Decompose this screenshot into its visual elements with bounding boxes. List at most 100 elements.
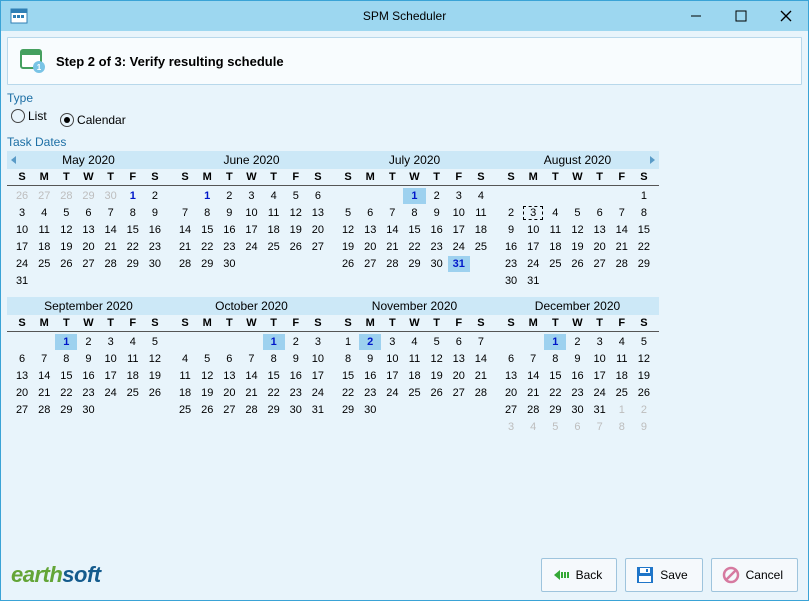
- calendar-day[interactable]: 1: [196, 188, 218, 204]
- calendar-day[interactable]: 4: [470, 188, 492, 204]
- calendar-day[interactable]: 23: [426, 239, 448, 255]
- calendar-day[interactable]: 26: [337, 256, 359, 272]
- calendar-day[interactable]: 22: [337, 385, 359, 401]
- calendar-day[interactable]: 11: [263, 205, 285, 221]
- calendar-day[interactable]: 14: [611, 222, 633, 238]
- calendar-day[interactable]: 7: [33, 351, 55, 367]
- calendar-day[interactable]: 25: [33, 256, 55, 272]
- calendar-day[interactable]: 30: [77, 402, 99, 418]
- calendar-day[interactable]: 27: [307, 239, 329, 255]
- calendar-day[interactable]: 8: [122, 205, 144, 221]
- calendar-day[interactable]: 4: [611, 334, 633, 350]
- calendar-day[interactable]: 29: [55, 402, 77, 418]
- calendar-day[interactable]: 30: [218, 256, 240, 272]
- calendar-day[interactable]: 28: [611, 256, 633, 272]
- calendar-day[interactable]: 20: [218, 385, 240, 401]
- calendar-day[interactable]: 21: [240, 385, 262, 401]
- calendar-day[interactable]: 14: [174, 222, 196, 238]
- calendar-day[interactable]: 11: [470, 205, 492, 221]
- calendar-day[interactable]: 2: [426, 188, 448, 204]
- calendar-day[interactable]: 17: [240, 222, 262, 238]
- maximize-button[interactable]: [718, 1, 763, 31]
- calendar-day[interactable]: 4: [174, 351, 196, 367]
- calendar-day[interactable]: 27: [589, 256, 611, 272]
- calendar-day[interactable]: 15: [196, 222, 218, 238]
- calendar-day[interactable]: 17: [100, 368, 122, 384]
- calendar-day[interactable]: 18: [403, 368, 425, 384]
- calendar-day[interactable]: 21: [100, 239, 122, 255]
- calendar-day[interactable]: 16: [77, 368, 99, 384]
- calendar-day[interactable]: 22: [122, 239, 144, 255]
- radio-list[interactable]: List: [11, 109, 47, 123]
- calendar-day[interactable]: 15: [403, 222, 425, 238]
- calendar-day[interactable]: 23: [77, 385, 99, 401]
- calendar-day[interactable]: 9: [566, 351, 588, 367]
- calendar-day[interactable]: 12: [633, 351, 655, 367]
- calendar-day[interactable]: 6: [11, 351, 33, 367]
- calendar-day[interactable]: 23: [500, 256, 522, 272]
- calendar-day[interactable]: 29: [196, 256, 218, 272]
- calendar-day[interactable]: 7: [589, 419, 611, 435]
- calendar-day[interactable]: 4: [263, 188, 285, 204]
- calendar-day[interactable]: 26: [566, 256, 588, 272]
- prev-months-arrow-icon[interactable]: [11, 156, 16, 164]
- calendar-day[interactable]: 12: [196, 368, 218, 384]
- calendar-day[interactable]: 3: [381, 334, 403, 350]
- calendar-day[interactable]: 10: [240, 205, 262, 221]
- calendar-day[interactable]: 19: [55, 239, 77, 255]
- calendar-day[interactable]: 28: [522, 402, 544, 418]
- calendar-day[interactable]: 10: [100, 351, 122, 367]
- calendar-day[interactable]: 19: [633, 368, 655, 384]
- calendar-day[interactable]: 10: [522, 222, 544, 238]
- calendar-day[interactable]: 11: [174, 368, 196, 384]
- calendar-day[interactable]: 5: [544, 419, 566, 435]
- radio-calendar[interactable]: Calendar: [60, 113, 126, 127]
- calendar-day[interactable]: 19: [144, 368, 166, 384]
- calendar-day[interactable]: 8: [544, 351, 566, 367]
- calendar-day[interactable]: 16: [566, 368, 588, 384]
- calendar-day[interactable]: 16: [218, 222, 240, 238]
- calendar-day[interactable]: 28: [470, 385, 492, 401]
- calendar-day[interactable]: 9: [500, 222, 522, 238]
- calendar-day[interactable]: 25: [403, 385, 425, 401]
- calendar-day[interactable]: 19: [426, 368, 448, 384]
- calendar-day[interactable]: 7: [174, 205, 196, 221]
- calendar-day[interactable]: 27: [359, 256, 381, 272]
- calendar-day[interactable]: 23: [566, 385, 588, 401]
- calendar-day[interactable]: 9: [218, 205, 240, 221]
- calendar-day[interactable]: 24: [11, 256, 33, 272]
- calendar-day[interactable]: 25: [470, 239, 492, 255]
- calendar-day[interactable]: 28: [174, 256, 196, 272]
- calendar-day[interactable]: 9: [285, 351, 307, 367]
- calendar-day[interactable]: 6: [448, 334, 470, 350]
- calendar-day[interactable]: 7: [100, 205, 122, 221]
- calendar-day[interactable]: 14: [240, 368, 262, 384]
- calendar-day[interactable]: 29: [77, 188, 99, 204]
- close-button[interactable]: [763, 1, 808, 31]
- calendar-day[interactable]: 5: [196, 351, 218, 367]
- calendar-day[interactable]: 11: [122, 351, 144, 367]
- calendar-day[interactable]: 14: [522, 368, 544, 384]
- calendar-day[interactable]: 24: [307, 385, 329, 401]
- calendar-day[interactable]: 3: [240, 188, 262, 204]
- calendar-day[interactable]: 20: [77, 239, 99, 255]
- calendar-day[interactable]: 18: [174, 385, 196, 401]
- calendar-day[interactable]: 26: [285, 239, 307, 255]
- calendar-day[interactable]: 11: [544, 222, 566, 238]
- calendar-day[interactable]: 7: [240, 351, 262, 367]
- calendar-day[interactable]: 12: [55, 222, 77, 238]
- calendar-day[interactable]: 14: [381, 222, 403, 238]
- calendar-day[interactable]: 30: [566, 402, 588, 418]
- calendar-day[interactable]: 2: [218, 188, 240, 204]
- calendar-day[interactable]: 1: [337, 334, 359, 350]
- calendar-day[interactable]: 2: [359, 334, 381, 350]
- calendar-day[interactable]: 29: [263, 402, 285, 418]
- calendar-day[interactable]: 18: [33, 239, 55, 255]
- calendar-day[interactable]: 5: [285, 188, 307, 204]
- calendar-day[interactable]: 3: [11, 205, 33, 221]
- calendar-day[interactable]: 13: [307, 205, 329, 221]
- calendar-day[interactable]: 17: [11, 239, 33, 255]
- calendar-day[interactable]: 6: [77, 205, 99, 221]
- calendar-day[interactable]: 20: [11, 385, 33, 401]
- calendar-day[interactable]: 9: [633, 419, 655, 435]
